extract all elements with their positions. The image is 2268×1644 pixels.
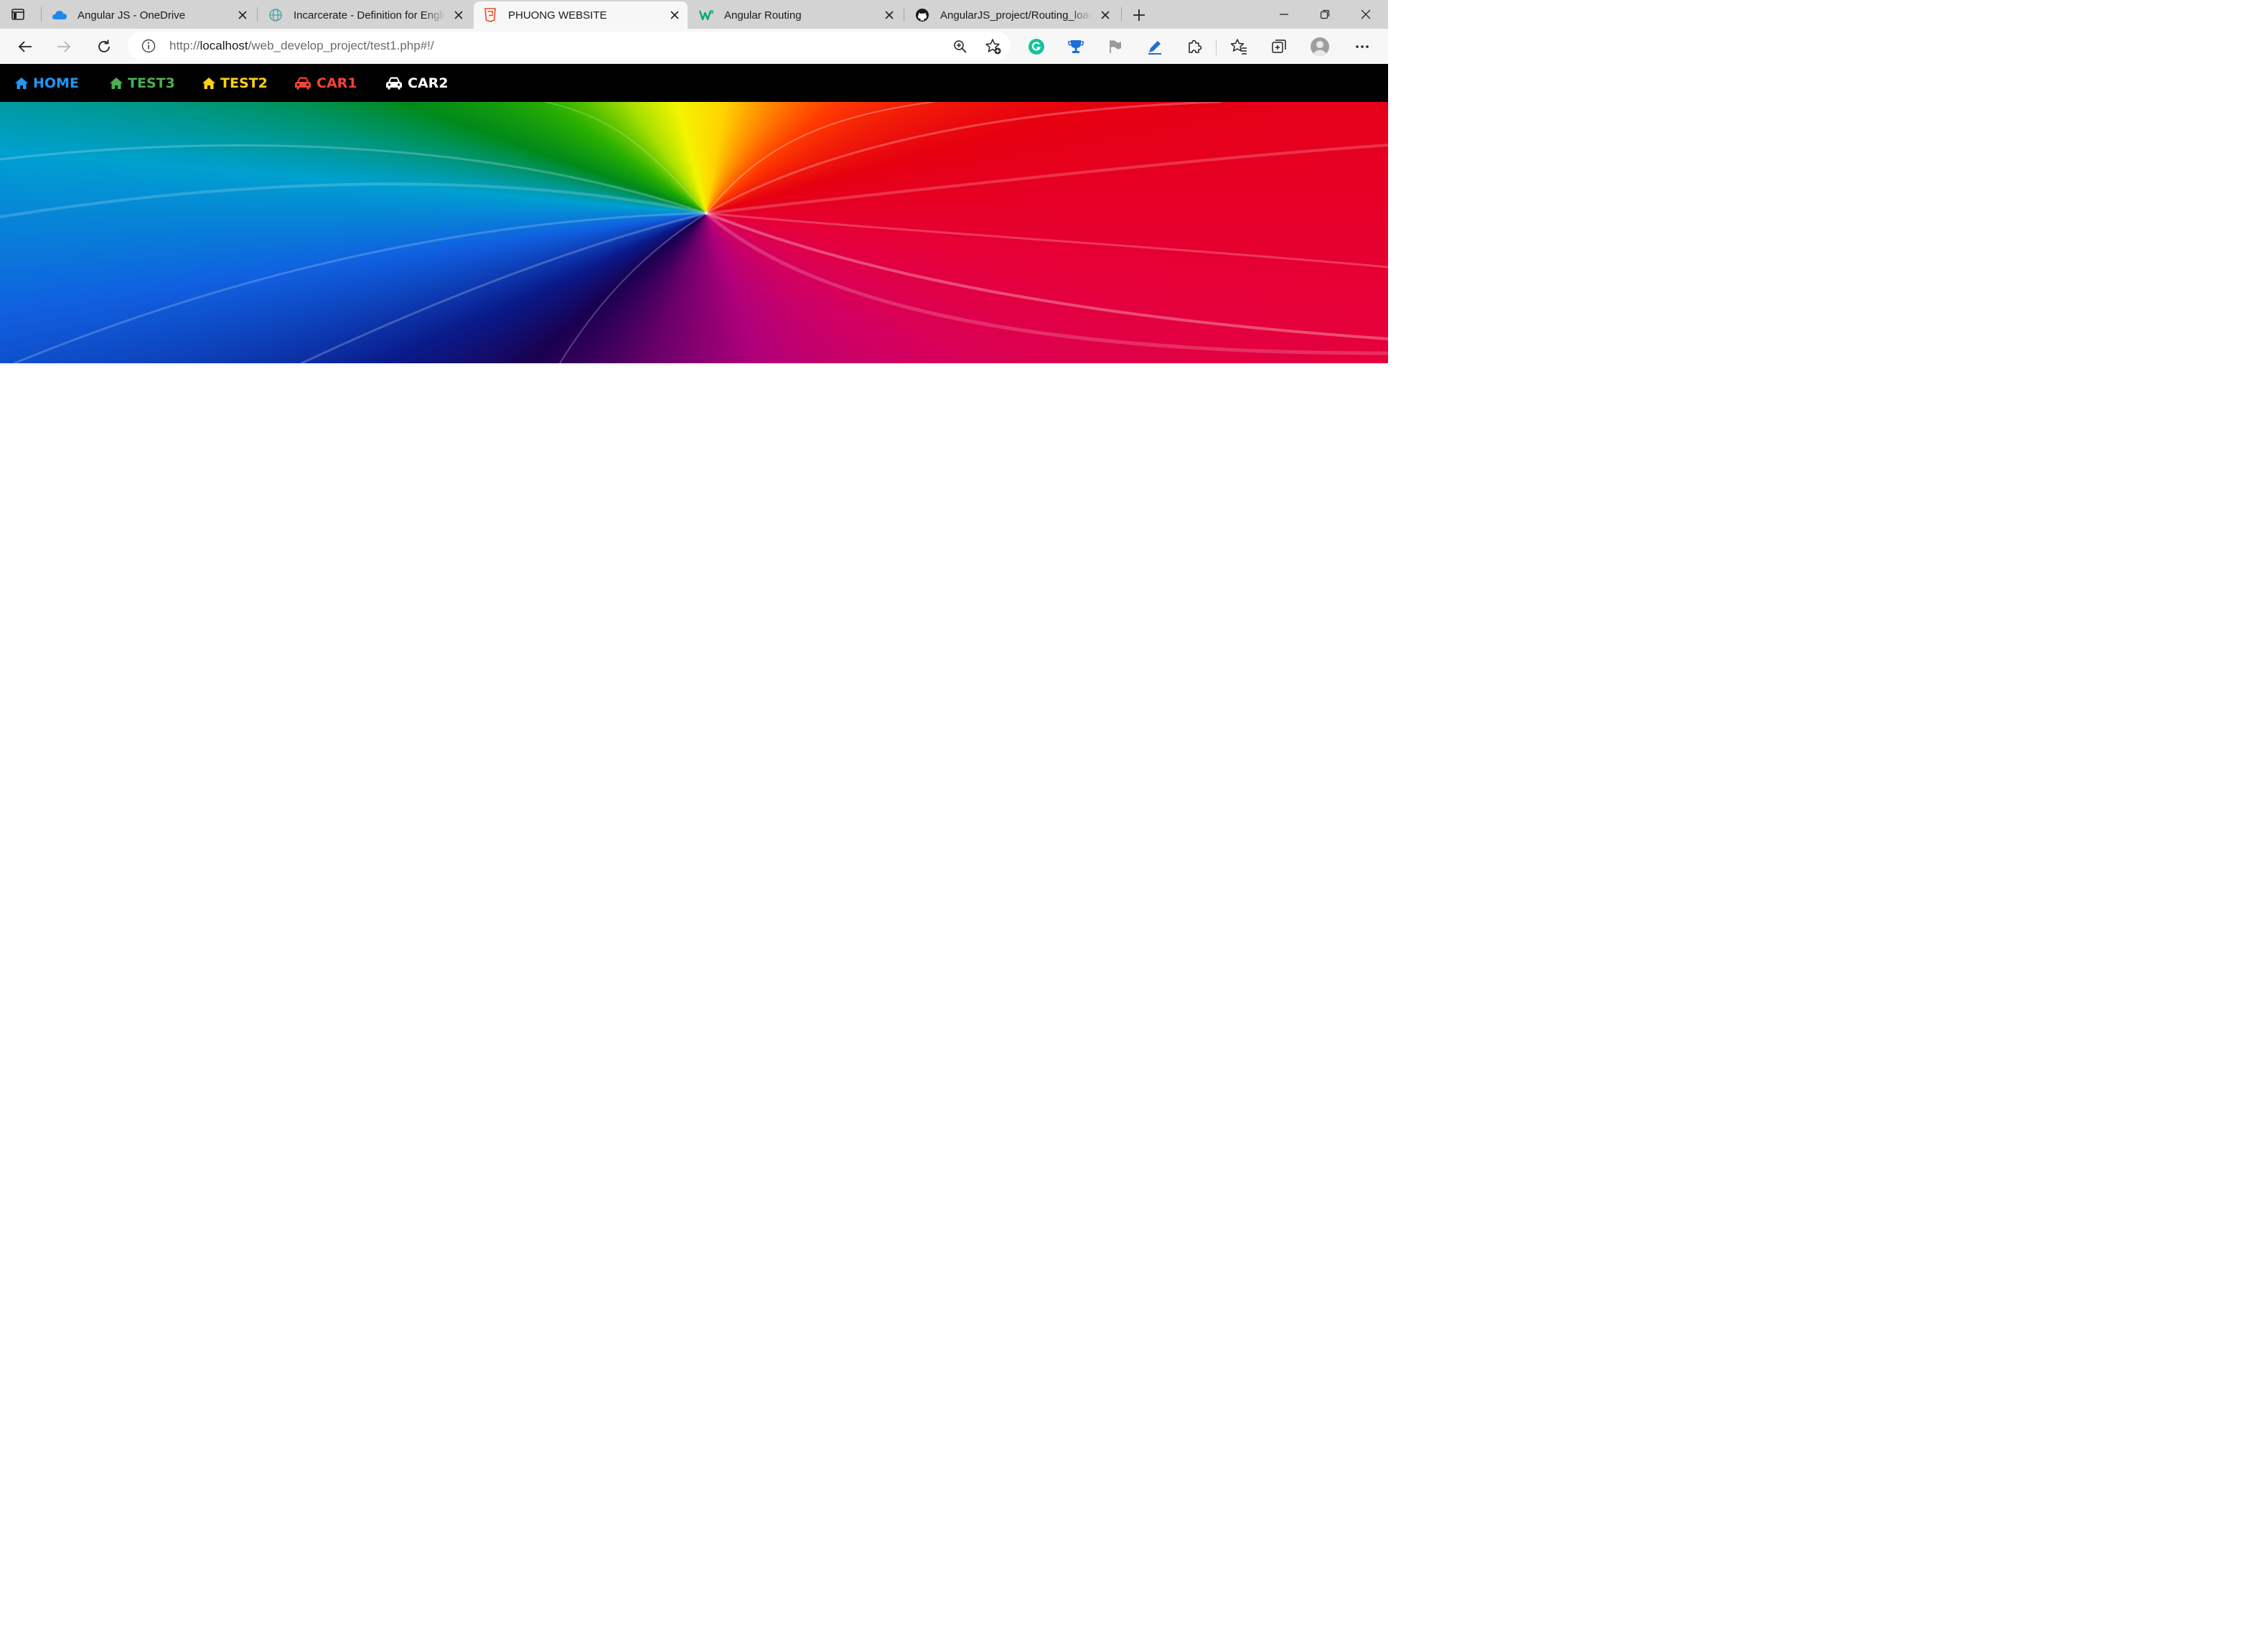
nav-link-label: HOME: [33, 75, 79, 91]
favorites-icon[interactable]: [1229, 37, 1249, 57]
page-viewport: HOME TEST3 TEST2 CAR1 CAR2: [0, 64, 1388, 363]
tab-angular-routing[interactable]: 3 Angular Routing: [690, 1, 902, 29]
svg-text:3: 3: [711, 9, 714, 15]
tab-title: Angular JS - OneDrive: [78, 9, 186, 22]
close-window-icon[interactable]: [1355, 4, 1377, 24]
nav-link-test3[interactable]: TEST3: [109, 64, 175, 102]
add-favorite-star-icon[interactable]: [985, 38, 1002, 55]
tab-title: PHUONG WEBSITE: [508, 9, 607, 22]
more-options-icon[interactable]: [1352, 37, 1372, 57]
back-arrow-icon[interactable]: [14, 36, 36, 57]
profile-avatar-icon[interactable]: [1310, 37, 1330, 57]
url-scheme: http://: [169, 39, 200, 52]
nav-link-home[interactable]: HOME: [14, 64, 79, 102]
nav-link-label: CAR1: [317, 75, 357, 91]
forward-arrow-icon[interactable]: [53, 36, 75, 57]
extensions-puzzle-icon[interactable]: [1184, 37, 1204, 57]
swirl-streaks: [0, 102, 1388, 363]
tab-incarcerate[interactable]: Incarcerate - Definition for Englis: [259, 1, 472, 29]
tab-github-angularjs-project[interactable]: AngularJS_project/Routing_loadi: [906, 1, 1118, 29]
flag-extension-icon[interactable]: [1105, 37, 1125, 57]
tab-strip: Angular JS - OneDrive Incarcerate - Defi…: [0, 0, 1388, 29]
w3schools-icon: 3: [698, 7, 714, 23]
nav-link-label: TEST3: [128, 75, 175, 91]
nav-link-car1[interactable]: CAR1: [294, 64, 357, 102]
tab-title: Incarcerate - Definition for Englis: [294, 9, 446, 22]
site-info-icon[interactable]: [141, 38, 156, 54]
tab-title: AngularJS_project/Routing_loadi: [940, 9, 1092, 22]
refresh-icon[interactable]: [93, 36, 115, 57]
onedrive-cloud-icon: [52, 7, 67, 23]
new-tab-icon[interactable]: [1130, 6, 1148, 24]
browser-toolbar: http://localhost/web_develop_project/tes…: [0, 29, 1388, 64]
close-tab-icon[interactable]: [666, 6, 683, 24]
html5-icon: [482, 7, 498, 23]
url-path: /web_develop_project/test1.php#!/: [248, 39, 434, 52]
collections-icon[interactable]: [1269, 37, 1289, 57]
car-icon: [295, 77, 311, 89]
tab-phuong-website[interactable]: PHUONG WEBSITE: [474, 1, 688, 29]
nav-link-label: TEST2: [220, 75, 268, 91]
url-text[interactable]: http://localhost/web_develop_project/tes…: [169, 32, 434, 60]
github-icon: [914, 7, 930, 23]
close-tab-icon[interactable]: [234, 6, 251, 24]
tab-onedrive[interactable]: Angular JS - OneDrive: [43, 1, 256, 29]
home-icon: [202, 77, 215, 89]
nav-link-car2[interactable]: CAR2: [385, 64, 449, 102]
tab-separator: [257, 7, 258, 22]
site-navbar: HOME TEST3 TEST2 CAR1 CAR2: [0, 64, 1388, 102]
tab-separator: [1121, 7, 1122, 22]
address-bar[interactable]: http://localhost/web_develop_project/tes…: [128, 32, 1011, 60]
grammarly-extension-icon[interactable]: [1026, 37, 1046, 57]
restore-icon[interactable]: [1314, 4, 1336, 24]
rainbow-swirl-banner: [0, 102, 1388, 363]
close-tab-icon[interactable]: [1097, 6, 1114, 24]
close-tab-icon[interactable]: [881, 6, 898, 24]
car-icon: [386, 77, 402, 89]
home-icon: [110, 77, 123, 89]
toolbar-separator: [1216, 39, 1217, 55]
home-icon: [15, 77, 28, 89]
nav-link-label: CAR2: [408, 75, 449, 91]
globe-icon: [268, 7, 284, 23]
minimize-icon[interactable]: [1273, 4, 1295, 24]
zoom-icon[interactable]: [952, 38, 969, 55]
tab-title: Angular Routing: [724, 9, 802, 22]
browser-window: Angular JS - OneDrive Incarcerate - Defi…: [0, 0, 1388, 363]
trophy-extension-icon[interactable]: [1066, 37, 1086, 57]
tab-actions-menu-icon[interactable]: [10, 6, 26, 22]
tab-separator: [41, 7, 42, 22]
close-tab-icon[interactable]: [450, 6, 467, 24]
url-host: localhost: [200, 39, 248, 52]
nav-link-test2[interactable]: TEST2: [202, 64, 268, 102]
pen-extension-icon[interactable]: [1145, 37, 1165, 57]
